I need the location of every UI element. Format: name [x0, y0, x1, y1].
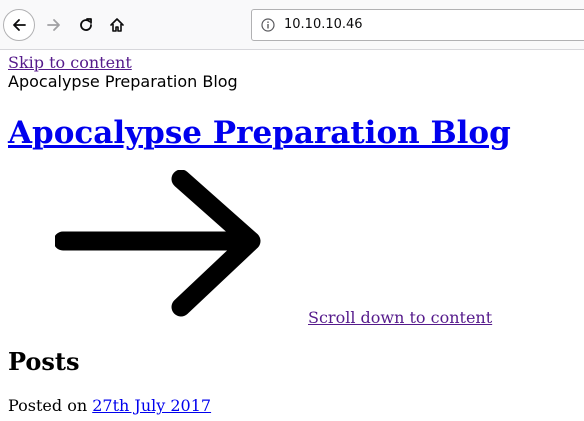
- page-content: Skip to content Apocalypse Preparation B…: [0, 50, 584, 421]
- posts-heading: Posts: [8, 347, 80, 376]
- back-button[interactable]: [3, 9, 35, 41]
- url-text[interactable]: 10.10.10.46: [284, 16, 363, 34]
- posted-on-label: Posted on: [8, 396, 93, 415]
- url-bar[interactable]: 10.10.10.46: [251, 9, 584, 41]
- forward-button[interactable]: [38, 9, 70, 41]
- browser-toolbar: 10.10.10.46: [0, 0, 584, 50]
- skip-to-content-link[interactable]: Skip to content: [8, 54, 132, 72]
- post-date-link[interactable]: 27th July 2017: [92, 396, 211, 415]
- scroll-down-link[interactable]: Scroll down to content: [308, 309, 492, 327]
- right-arrow-icon: [55, 170, 261, 317]
- home-icon: [110, 18, 124, 32]
- back-arrow-icon: [13, 19, 26, 31]
- info-icon[interactable]: [261, 18, 275, 32]
- site-description: Apocalypse Preparation Blog: [8, 72, 238, 91]
- reload-button[interactable]: [70, 9, 102, 41]
- post-meta: Posted on 27th July 2017: [8, 397, 211, 415]
- reload-icon: [80, 18, 92, 31]
- forward-arrow-icon: [47, 19, 60, 31]
- site-title-link[interactable]: Apocalypse Preparation Blog: [8, 114, 511, 152]
- home-button[interactable]: [101, 9, 133, 41]
